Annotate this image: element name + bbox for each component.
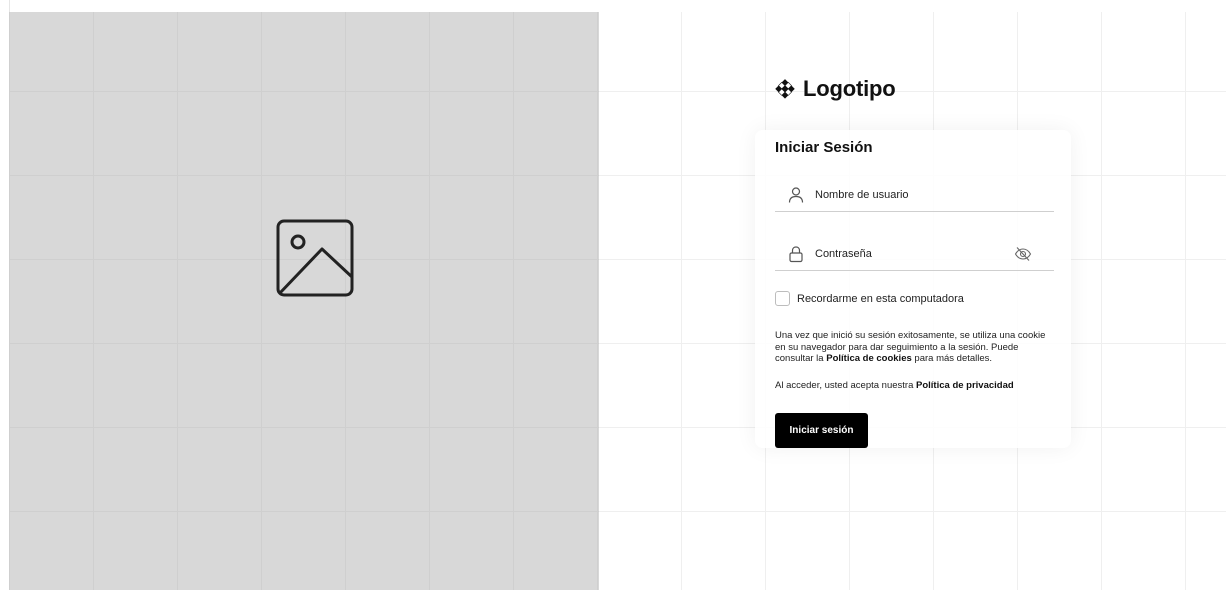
password-field	[775, 237, 1054, 271]
logo: Logotipo	[775, 76, 896, 102]
logo-text: Logotipo	[803, 76, 896, 101]
cookie-notice-tail: para más detalles.	[911, 353, 993, 364]
remember-checkbox[interactable]	[775, 291, 790, 306]
login-button[interactable]: Iniciar sesión	[775, 413, 868, 448]
user-icon	[788, 186, 804, 203]
remember-label: Recordarme en esta computadora	[797, 292, 964, 305]
privacy-notice-text: Al acceder, usted acepta nuestra	[775, 380, 917, 391]
privacy-policy-link[interactable]: Política de privacidad	[916, 380, 1014, 391]
remember-me[interactable]: Recordarme en esta computadora	[775, 291, 964, 306]
page-title: Iniciar Sesión	[775, 139, 873, 156]
image-placeholder-panel	[9, 12, 599, 590]
eye-off-icon[interactable]	[1014, 245, 1032, 263]
checker-diamond-icon	[775, 79, 795, 99]
cookie-notice: Una vez que inició su sesión exitosament…	[775, 330, 1055, 365]
password-input[interactable]	[815, 243, 1014, 264]
username-field	[775, 178, 1054, 212]
username-input[interactable]	[815, 184, 1054, 205]
lock-icon	[789, 245, 803, 262]
cookie-policy-link[interactable]: Política de cookies	[826, 353, 912, 364]
privacy-notice: Al acceder, usted acepta nuestra Polític…	[775, 380, 1065, 392]
frame-edge	[9, 0, 10, 12]
image-placeholder-icon	[276, 219, 354, 297]
